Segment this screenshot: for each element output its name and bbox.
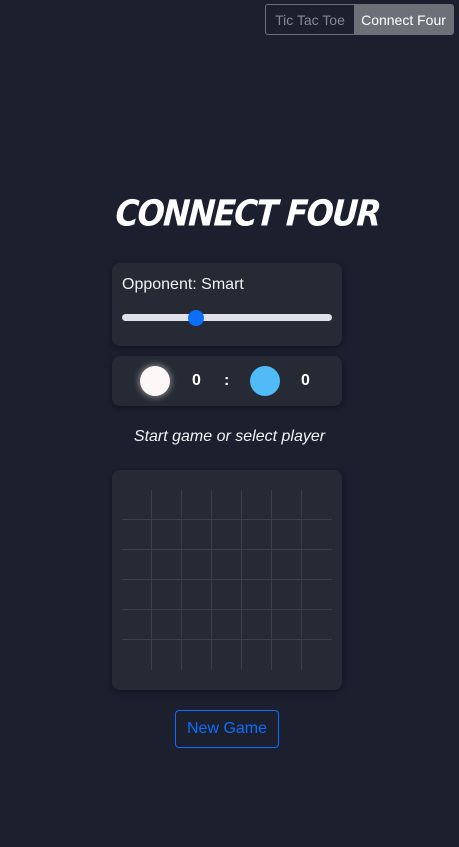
board-cell[interactable] xyxy=(152,580,182,610)
player-one-score: 0 xyxy=(192,372,201,389)
opponent-difficulty-slider[interactable] xyxy=(122,309,332,326)
board-cell[interactable] xyxy=(272,640,302,670)
game-board-panel xyxy=(112,470,342,690)
board-cell[interactable] xyxy=(152,640,182,670)
tab-connect-four[interactable]: Connect Four xyxy=(354,5,453,34)
opponent-panel: Opponent: Smart xyxy=(112,263,342,346)
board-cell[interactable] xyxy=(242,550,272,580)
board-cell[interactable] xyxy=(182,550,212,580)
score-separator: : xyxy=(224,372,230,389)
board-cell[interactable] xyxy=(302,490,332,520)
player-two-score: 0 xyxy=(301,372,310,389)
board-cell[interactable] xyxy=(182,640,212,670)
board-cell[interactable] xyxy=(212,640,242,670)
board-cell[interactable] xyxy=(272,550,302,580)
board-cell[interactable] xyxy=(152,520,182,550)
game-status: Start game or select player xyxy=(133,428,326,445)
opponent-label: Opponent: Smart xyxy=(122,276,244,293)
board-cell[interactable] xyxy=(212,610,242,640)
board-cell[interactable] xyxy=(272,490,302,520)
new-game-button[interactable]: New Game xyxy=(175,710,279,748)
slider-thumb[interactable] xyxy=(187,309,204,326)
board-cell[interactable] xyxy=(242,610,272,640)
board-cell[interactable] xyxy=(182,520,212,550)
board-cell[interactable] xyxy=(212,580,242,610)
board-cell[interactable] xyxy=(302,610,332,640)
board-cell[interactable] xyxy=(152,610,182,640)
board-cell[interactable] xyxy=(302,550,332,580)
board-cell[interactable] xyxy=(302,520,332,550)
board-cell[interactable] xyxy=(212,550,242,580)
player-one-disc[interactable] xyxy=(140,366,170,396)
board-cell[interactable] xyxy=(182,580,212,610)
board-cell[interactable] xyxy=(242,490,272,520)
board-cell[interactable] xyxy=(302,580,332,610)
game-board xyxy=(122,490,332,670)
board-cell[interactable] xyxy=(302,640,332,670)
board-cell[interactable] xyxy=(272,580,302,610)
board-cell[interactable] xyxy=(272,520,302,550)
board-cell[interactable] xyxy=(152,550,182,580)
board-cell[interactable] xyxy=(242,640,272,670)
board-cell[interactable] xyxy=(122,550,152,580)
tab-tic-tac-toe[interactable]: Tic Tac Toe xyxy=(266,5,354,34)
board-cell[interactable] xyxy=(242,520,272,550)
page-title: Connect Four xyxy=(114,192,382,235)
board-cell[interactable] xyxy=(122,610,152,640)
board-cell[interactable] xyxy=(242,580,272,610)
board-cell[interactable] xyxy=(122,520,152,550)
board-cell[interactable] xyxy=(122,580,152,610)
board-cell[interactable] xyxy=(152,490,182,520)
player-two-disc[interactable] xyxy=(250,366,280,396)
scoreboard: 0 : 0 xyxy=(112,356,342,406)
board-cell[interactable] xyxy=(212,520,242,550)
game-switcher: Tic Tac Toe Connect Four xyxy=(265,4,454,35)
board-cell[interactable] xyxy=(272,610,302,640)
board-cell[interactable] xyxy=(122,490,152,520)
board-cell[interactable] xyxy=(212,490,242,520)
board-cell[interactable] xyxy=(182,490,212,520)
board-cell[interactable] xyxy=(182,610,212,640)
board-cell[interactable] xyxy=(122,640,152,670)
